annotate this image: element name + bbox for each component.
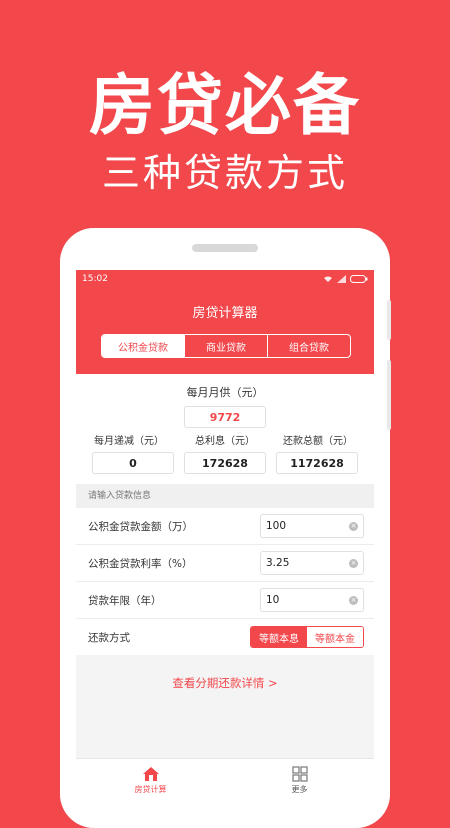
form-row-rate: 公积金贷款利率（%） 3.25 ×: [76, 545, 374, 582]
home-icon: [142, 766, 159, 781]
nav-item-more[interactable]: 更多: [225, 759, 374, 800]
phone-speaker: [192, 244, 258, 252]
form-row-amount: 公积金贷款金额（万） 100 ×: [76, 508, 374, 545]
nav-label: 更多: [291, 784, 308, 794]
loan-rate-input[interactable]: 3.25 ×: [260, 551, 364, 575]
promo-subtitle: 三种贷款方式: [101, 151, 348, 195]
loan-amount-input[interactable]: 100 ×: [260, 514, 364, 538]
tab-housing-fund-loan[interactable]: 公积金贷款: [102, 335, 185, 357]
loan-amount-label: 公积金贷款金额（万）: [88, 520, 193, 533]
clear-icon[interactable]: ×: [349, 558, 358, 568]
form-row-years: 贷款年限（年） 10 ×: [76, 582, 374, 619]
method-equal-installment-button[interactable]: 等额本息: [251, 627, 307, 647]
tab-combined-loan[interactable]: 组合贷款: [268, 335, 350, 357]
result-summary: 每月月供（元） 9772 每月递减（元） 0 总利息（元） 172628 还款总…: [76, 374, 374, 484]
signal-icon: [337, 275, 346, 283]
loan-rate-label: 公积金贷款利率（%）: [88, 557, 193, 570]
app-header: 房贷计算器 公积金贷款 商业贷款 组合贷款: [76, 288, 374, 374]
total-interest-value: 172628: [184, 452, 266, 474]
status-bar: 15:02: [76, 270, 374, 288]
battery-icon: [350, 275, 368, 283]
status-time: 15:02: [82, 274, 108, 284]
nav-item-mortgage-calc[interactable]: 房贷计算: [76, 759, 225, 800]
app-screen: 15:02 房贷计算器 公积金贷款 商业贷款 组合贷款 每月月供（元） 9772…: [76, 270, 374, 800]
app-title: 房贷计算器: [192, 306, 258, 321]
loan-type-tabs: 公积金贷款 商业贷款 组合贷款: [101, 334, 351, 358]
wifi-icon: [324, 276, 332, 282]
installment-detail-link[interactable]: 查看分期还款详情 >: [76, 675, 374, 691]
tab-commercial-loan[interactable]: 商业贷款: [185, 335, 268, 357]
monthly-decrease-value: 0: [92, 452, 174, 474]
section-label-loan-info: 请输入贷款信息: [76, 484, 374, 508]
clear-icon[interactable]: ×: [349, 595, 358, 605]
phone-side-button: [387, 300, 391, 340]
repayment-method-toggle: 等额本息 等额本金: [250, 626, 364, 648]
total-interest-label: 总利息（元）: [195, 436, 255, 447]
total-repayment-label: 还款总额（元）: [283, 436, 353, 447]
total-repayment-value: 1172628: [276, 452, 358, 474]
method-equal-principal-button[interactable]: 等额本金: [307, 627, 363, 647]
form-row-method: 还款方式 等额本息 等额本金: [76, 619, 374, 655]
nav-label: 房贷计算: [134, 784, 167, 794]
phone-side-button: [387, 360, 391, 430]
monthly-payment-label: 每月月供（元）: [186, 386, 264, 399]
loan-form: 公积金贷款金额（万） 100 × 公积金贷款利率（%） 3.25 × 贷款年限（…: [76, 508, 374, 655]
monthly-decrease-label: 每月递减（元）: [94, 436, 164, 447]
promo-title: 房贷必备: [89, 67, 361, 144]
bottom-nav: 房贷计算 更多: [76, 758, 374, 800]
grid-icon: [291, 765, 308, 782]
clear-icon[interactable]: ×: [349, 521, 358, 531]
loan-years-label: 贷款年限（年）: [88, 594, 162, 607]
loan-years-input[interactable]: 10 ×: [260, 588, 364, 612]
repayment-method-label: 还款方式: [88, 631, 130, 644]
monthly-payment-value: 9772: [184, 406, 266, 428]
